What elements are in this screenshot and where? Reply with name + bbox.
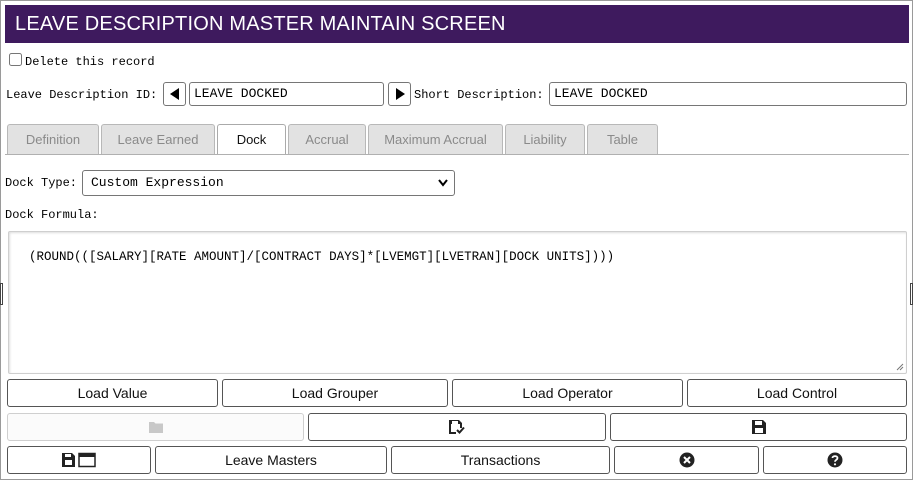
floppy-check-icon <box>449 420 465 434</box>
tab-leave-earned[interactable]: Leave Earned <box>101 124 215 154</box>
dock-formula-label: Dock Formula: <box>5 208 99 222</box>
floppy-icon <box>751 420 766 434</box>
tab-dock[interactable]: Dock <box>217 124 286 155</box>
tab-liability[interactable]: Liability <box>505 124 585 154</box>
chevron-down-icon <box>438 179 448 187</box>
tab-definition[interactable]: Definition <box>7 124 99 154</box>
tab-table[interactable]: Table <box>587 124 658 154</box>
leave-masters-button[interactable]: Leave Masters <box>155 446 387 474</box>
help-button[interactable] <box>763 446 907 474</box>
delete-record-checkbox[interactable] <box>9 53 22 66</box>
load-grouper-button[interactable]: Load Grouper <box>222 379 448 407</box>
dock-formula-textarea[interactable]: (ROUND(([SALARY][RATE AMOUNT]/[CONTRACT … <box>8 231 907 374</box>
leave-id-field[interactable]: LEAVE DOCKED <box>189 82 384 106</box>
previous-record-button[interactable] <box>163 82 186 106</box>
close-circle-icon <box>679 452 694 468</box>
dock-type-label: Dock Type: <box>5 176 78 190</box>
tab-accrual[interactable]: Accrual <box>288 124 366 154</box>
dock-formula-text: (ROUND(([SALARY][RATE AMOUNT]/[CONTRACT … <box>29 250 615 264</box>
left-edge-handle <box>0 283 3 305</box>
short-description-field[interactable]: LEAVE DOCKED <box>549 82 907 106</box>
help-circle-icon <box>827 452 843 468</box>
short-description-label: Short Description: <box>414 88 544 102</box>
tab-maximum-accrual[interactable]: Maximum Accrual <box>368 124 503 154</box>
load-operator-button[interactable]: Load Operator <box>452 379 683 407</box>
save-button[interactable] <box>610 413 907 441</box>
next-record-button[interactable] <box>388 82 411 106</box>
triangle-right-icon <box>395 88 405 100</box>
load-value-button[interactable]: Load Value <box>7 379 218 407</box>
folder-icon <box>148 422 163 433</box>
floppy-window-icon <box>62 452 96 468</box>
save-new-window-button[interactable] <box>7 446 151 474</box>
window-title: LEAVE DESCRIPTION MASTER MAINTAIN SCREEN <box>5 5 909 43</box>
save-and-verify-button[interactable] <box>308 413 606 441</box>
close-button[interactable] <box>614 446 759 474</box>
load-control-button[interactable]: Load Control <box>687 379 907 407</box>
delete-record-label: Delete this record <box>25 55 155 69</box>
leave-id-label: Leave Description ID: <box>6 88 158 102</box>
transactions-button[interactable]: Transactions <box>391 446 610 474</box>
resize-handle-icon[interactable] <box>896 363 904 371</box>
dock-type-select[interactable]: Custom Expression <box>82 170 455 196</box>
tab-divider <box>5 154 909 155</box>
triangle-left-icon <box>169 88 179 100</box>
dock-type-value: Custom Expression <box>91 175 224 190</box>
open-button[interactable] <box>7 413 304 441</box>
